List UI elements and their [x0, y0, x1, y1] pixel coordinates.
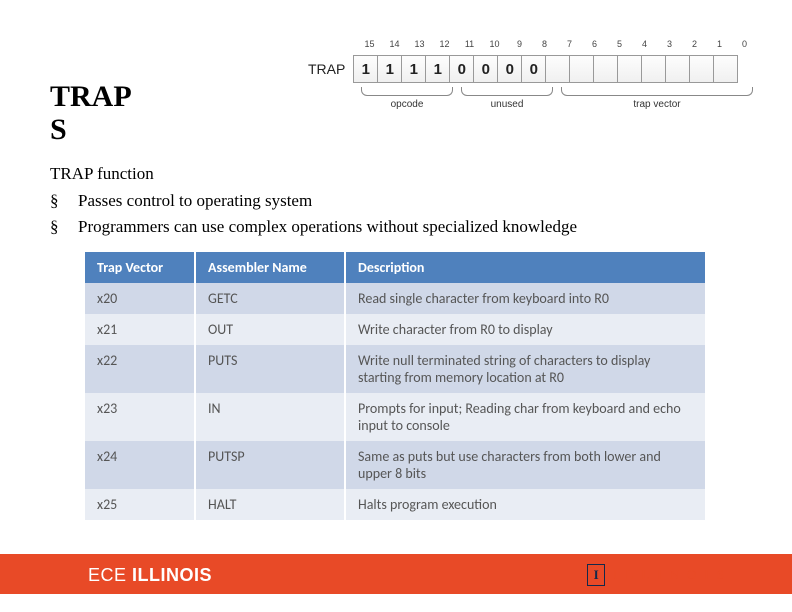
bit-cell: 1 [377, 55, 402, 83]
ece-text: ECE [88, 565, 132, 585]
ece-illinois-logo: ECE ILLINOIS [88, 565, 212, 586]
bit-numbers: 15 14 13 12 11 10 9 8 7 6 5 4 3 2 1 0 [357, 39, 757, 49]
bit-cell [689, 55, 714, 83]
table-row: x24 PUTSP Same as puts but use character… [85, 441, 705, 489]
field-braces: opcode unused trap vector [357, 85, 757, 110]
diagram-label: TRAP [308, 61, 345, 77]
brace-opcode: opcode [357, 85, 457, 110]
bit-cell: 1 [401, 55, 426, 83]
brace-unused: unused [457, 85, 557, 110]
bullet-item: § Passes control to operating system [50, 189, 577, 214]
slide-title: TRAP S [50, 80, 132, 146]
bullet-item: § Programmers can use complex operations… [50, 215, 577, 240]
title-line2: S [50, 113, 132, 146]
bit-cell: 0 [521, 55, 546, 83]
illinois-text: ILLINOIS [132, 565, 212, 585]
table-row: x21 OUT Write character from R0 to displ… [85, 314, 705, 345]
section-sign-icon: § [50, 189, 64, 214]
bullet-text: Programmers can use complex operations w… [78, 215, 577, 240]
bit-cell: 0 [497, 55, 522, 83]
section-sign-icon: § [50, 215, 64, 240]
trap-instruction-diagram: 15 14 13 12 11 10 9 8 7 6 5 4 3 2 1 0 TR… [308, 55, 738, 83]
table-row: x22 PUTS Write null terminated string of… [85, 345, 705, 393]
trap-table: Trap Vector Assembler Name Description x… [85, 252, 705, 520]
th-description: Description [345, 252, 705, 283]
bit-cell [641, 55, 666, 83]
bit-cell [665, 55, 690, 83]
table-row: x23 IN Prompts for input; Reading char f… [85, 393, 705, 441]
bit-cell [545, 55, 570, 83]
bit-cell: 0 [449, 55, 474, 83]
th-trap-vector: Trap Vector [85, 252, 195, 283]
illinois-wordmark: I ILLINOIS [587, 564, 732, 586]
subtitle: TRAP function [50, 162, 577, 187]
bit-cell [569, 55, 594, 83]
bullet-text: Passes control to operating system [78, 189, 312, 214]
bit-cell [617, 55, 642, 83]
title-line1: TRAP [50, 80, 132, 113]
table-row: x25 HALT Halts program execution [85, 489, 705, 520]
bit-cell: 0 [473, 55, 498, 83]
th-assembler-name: Assembler Name [195, 252, 345, 283]
bit-cell [593, 55, 618, 83]
body-text: TRAP function § Passes control to operat… [50, 162, 577, 240]
brace-trapvector: trap vector [557, 85, 757, 110]
table-row: x20 GETC Read single character from keyb… [85, 283, 705, 314]
bit-cell [713, 55, 738, 83]
bit-cell: 1 [425, 55, 450, 83]
illinois-spaced-text: ILLINOIS [613, 567, 732, 583]
bit-cell: 1 [353, 55, 378, 83]
block-i-icon: I [587, 564, 605, 586]
